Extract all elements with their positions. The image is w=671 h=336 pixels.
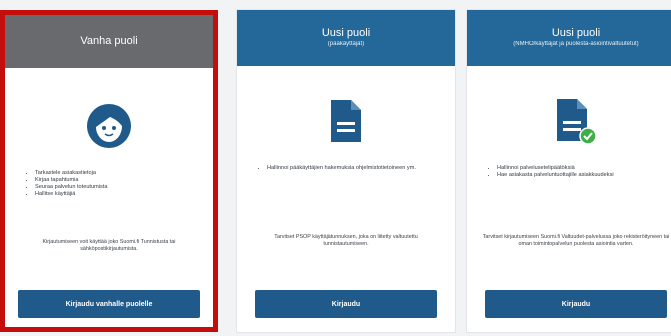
card-title: Uusi puoli [551, 27, 601, 39]
list-item: Hallinnoi palvelusetelipäätöksiä [497, 165, 669, 172]
list-item: Kirjaa tapahtumia [35, 177, 197, 184]
card-description: Tarvitset kirjautumiseen Suomi.fi Valtuu… [482, 234, 670, 247]
user-face-icon [87, 104, 131, 148]
card-header: Uusi puoli (NMHO/käyttäjät ja puolesta-a… [467, 10, 671, 66]
card-header: Uusi puoli (pääkäyttäjät) [237, 10, 455, 66]
icon-container [5, 95, 213, 157]
icon-container [467, 90, 671, 152]
icon-container [237, 90, 455, 152]
card-title: Uusi puoli [321, 27, 371, 39]
list-item: Hae asiakasta palveluntuottajille asiakk… [497, 172, 669, 179]
card-subtitle: (NMHO/käyttäjät ja puolesta-asiointivalt… [513, 41, 639, 47]
list-item: Tarkastele asiakastietoja [35, 170, 197, 177]
card-old-side: Vanha puoli Tarkastele asiakastietoja Ki… [0, 10, 218, 332]
feature-list: Tarkastele asiakastietoja Kirjaa tapahtu… [25, 170, 197, 198]
list-item: Hallitse käyttäjiä [35, 191, 197, 198]
document-icon [331, 100, 361, 142]
list-item: Hallinnoi pääkäyttäjien hakemuksia ohjel… [267, 165, 439, 172]
login-new-side-users-button[interactable]: Kirjaudu [485, 290, 667, 318]
login-old-side-button[interactable]: Kirjaudu vanhalle puolelle [18, 290, 200, 318]
card-new-side-admins: Uusi puoli (pääkäyttäjät) Hallinnoi pääk… [237, 10, 455, 332]
card-description: Tarvitset PSOP käyttäjätunnuksen, joka o… [274, 234, 418, 247]
card-description: Kirjautumiseen voit käyttää joko Suomi.f… [42, 239, 176, 252]
list-item: Seuraa palvelun toteutumista [35, 184, 197, 191]
card-subtitle: (pääkäyttäjät) [327, 41, 365, 47]
login-new-side-admins-button[interactable]: Kirjaudu [255, 290, 437, 318]
card-header: Vanha puoli [5, 15, 213, 68]
card-title: Vanha puoli [80, 35, 138, 47]
document-check-icon [557, 99, 597, 145]
card-new-side-users: Uusi puoli (NMHO/käyttäjät ja puolesta-a… [467, 10, 671, 332]
feature-list: Hallinnoi pääkäyttäjien hakemuksia ohjel… [257, 165, 439, 172]
feature-list: Hallinnoi palvelusetelipäätöksiä Hae asi… [487, 165, 669, 179]
